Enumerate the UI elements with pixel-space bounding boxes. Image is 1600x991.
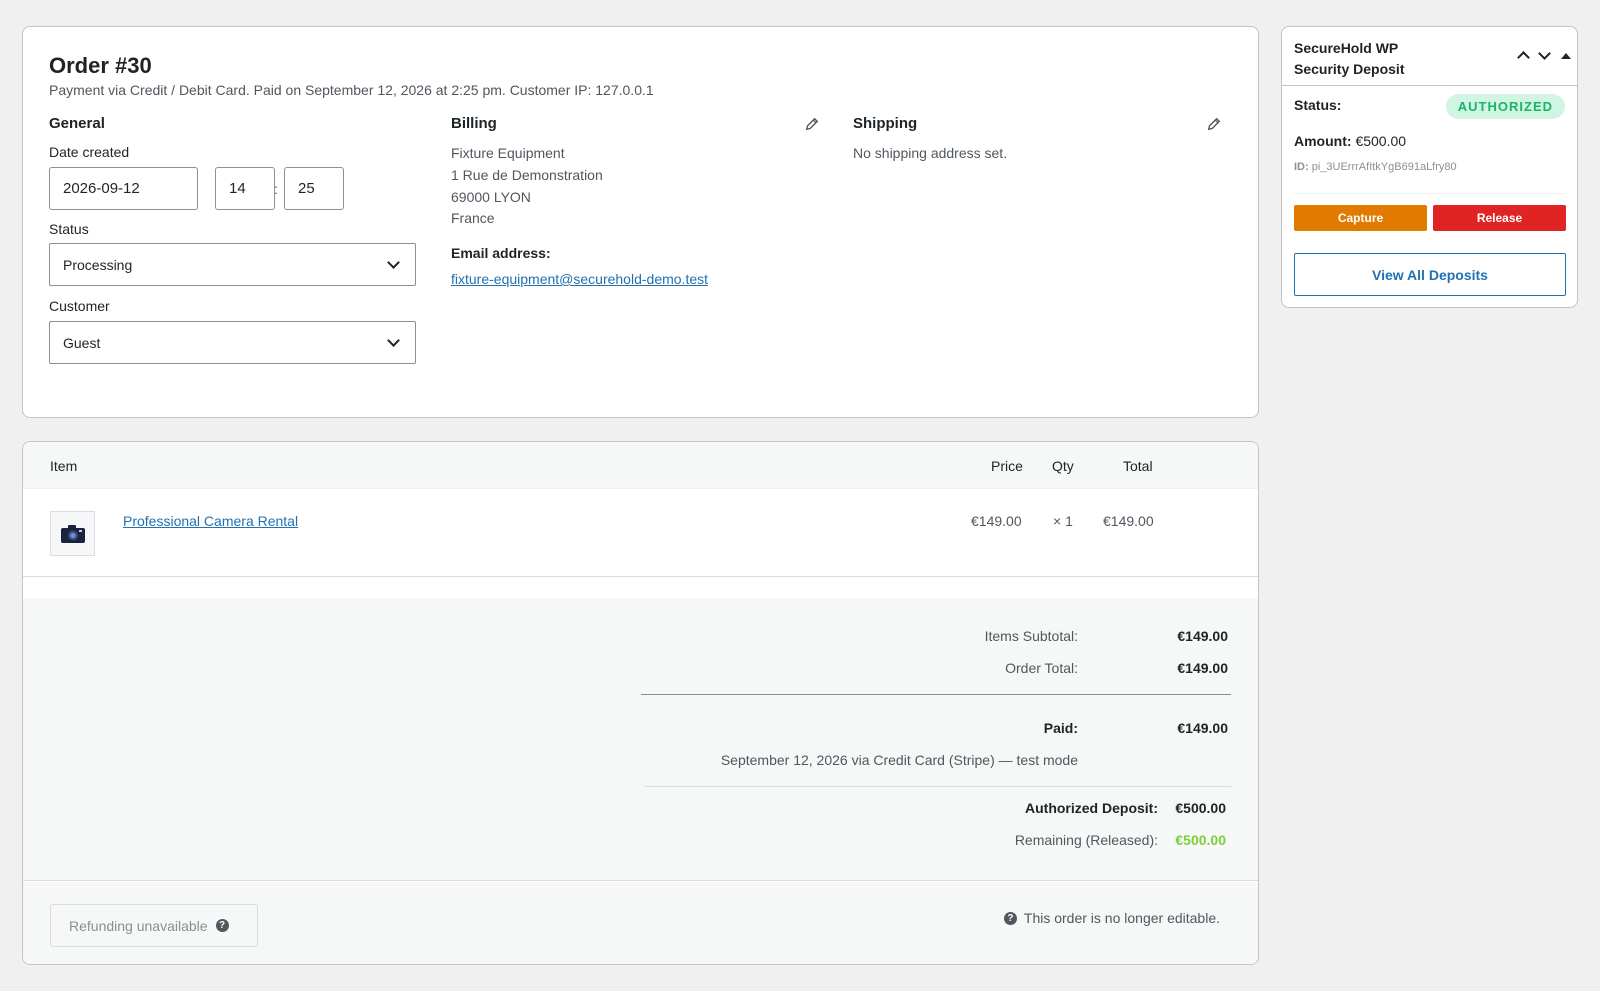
deposit-id-value: pi_3UErrrAfItkYgB691aLfry80 [1311,161,1457,173]
price-column-header: Price [991,458,1023,474]
status-badge: AUTHORIZED [1445,94,1565,119]
order-title: Order #30 [49,53,152,78]
move-down-icon[interactable] [1538,47,1551,60]
email-label: Email address: [451,245,551,261]
deposit-id: ID: pi_3UErrrAfItkYgB691aLfry80 [1294,161,1457,173]
shipping-section: Shipping No shipping address set. [853,115,1223,175]
deposit-divider [1294,193,1566,194]
time-separator: : [274,181,278,197]
securehold-deposit-panel: SecureHold WP Security Deposit Status: A… [1281,26,1578,308]
paid-value: €149.00 [1177,720,1228,736]
status-label: Status [49,221,89,237]
item-name-link[interactable]: Professional Camera Rental [123,513,298,529]
item-qty: × 1 [1053,513,1073,529]
pencil-icon[interactable] [805,117,819,131]
general-heading: General [49,115,105,132]
release-button[interactable]: Release [1433,205,1566,231]
camera-icon [60,524,85,543]
customer-select[interactable]: Guest [49,321,416,364]
help-icon[interactable]: ? [215,919,229,932]
date-created-label: Date created [49,144,130,160]
status-select-value: Processing [63,256,133,273]
items-subtotal-value: €149.00 [1177,628,1228,644]
paid-note: September 12, 2026 via Credit Card (Stri… [720,752,1078,768]
authorized-deposit-label: Authorized Deposit: [1025,800,1158,816]
no-shipping-text: No shipping address set. [853,145,1008,161]
help-icon: ? [1003,911,1017,925]
items-subtotal-label: Items Subtotal: [984,628,1078,644]
move-up-icon[interactable] [1517,51,1530,64]
table-row: Professional Camera Rental €149.00 × 1 €… [23,489,1258,577]
collapse-toggle-icon[interactable] [1561,52,1571,59]
remaining-released-value: €500.00 [1175,832,1226,848]
total-column-header: Total [1123,458,1153,474]
not-editable-text: This order is no longer editable. [1023,910,1220,926]
billing-address-line: 1 Rue de Demonstration [451,167,603,183]
deposit-id-label: ID: [1294,161,1309,173]
chevron-down-icon [387,333,400,347]
billing-heading: Billing [451,115,497,132]
billing-address-line: Fixture Equipment [451,145,565,161]
deposit-status-label: Status: [1294,97,1342,113]
items-table-header: Item Price Qty Total [23,442,1258,489]
view-all-deposits-button[interactable]: View All Deposits [1294,253,1566,296]
billing-section: Billing Fixture Equipment 1 Rue de Demon… [451,115,821,315]
deposit-panel-header: SecureHold WP Security Deposit [1282,27,1577,86]
pencil-icon[interactable] [1207,117,1221,131]
paid-label: Paid: [1043,720,1078,736]
order-meta: Payment via Credit / Debit Card. Paid on… [49,82,654,98]
order-total-value: €149.00 [1177,660,1228,676]
product-thumbnail [50,511,95,556]
order-total-label: Order Total: [1005,660,1078,676]
deposit-panel-title-line1: SecureHold WP [1294,40,1399,56]
authorized-deposit-value: €500.00 [1175,800,1226,816]
status-select[interactable]: Processing [49,243,416,286]
order-data-panel: Order #30 Payment via Credit / Debit Car… [22,26,1259,418]
refund-button-label: Refunding unavailable [69,917,208,934]
totals-divider [641,694,1231,695]
deposit-amount-label: Amount: [1294,133,1352,149]
email-link[interactable]: fixture-equipment@securehold-demo.test [451,271,708,287]
general-section: General Date created 2026-09-12 14 : 25 … [49,115,416,375]
deposit-divider [645,786,1231,787]
date-created-input[interactable]: 2026-09-12 [49,167,198,210]
capture-button[interactable]: Capture [1294,205,1427,231]
remaining-released-label: Remaining (Released): [1014,832,1158,848]
deposit-panel-title-line2: Security Deposit [1294,61,1405,77]
customer-label: Customer [49,298,110,314]
shipping-heading: Shipping [853,115,918,132]
qty-column-header: Qty [1052,458,1074,474]
hour-input[interactable]: 14 [215,167,275,210]
billing-address-line: 69000 LYON [451,189,531,205]
deposit-amount-value: €500.00 [1355,133,1407,149]
billing-address-line: France [451,210,495,226]
refund-button[interactable]: Refunding unavailable ? [50,904,258,947]
order-items-panel: Item Price Qty Total Professional Camera… [22,441,1259,965]
chevron-down-icon [387,255,400,269]
order-totals: Items Subtotal: €149.00 Order Total: €14… [23,598,1258,881]
item-price: €149.00 [971,513,1022,529]
deposit-amount: Amount: €500.00 [1294,133,1406,149]
deposit-panel-title: SecureHold WP Security Deposit [1294,38,1404,80]
not-editable-notice: ? This order is no longer editable. [1003,910,1220,926]
panel-controls [1517,47,1571,64]
customer-select-value: Guest [63,334,101,351]
minute-input[interactable]: 25 [284,167,344,210]
item-column-header: Item [50,458,78,474]
items-footer: Refunding unavailable ? ? This order is … [23,882,1258,964]
item-total: €149.00 [1103,513,1154,529]
